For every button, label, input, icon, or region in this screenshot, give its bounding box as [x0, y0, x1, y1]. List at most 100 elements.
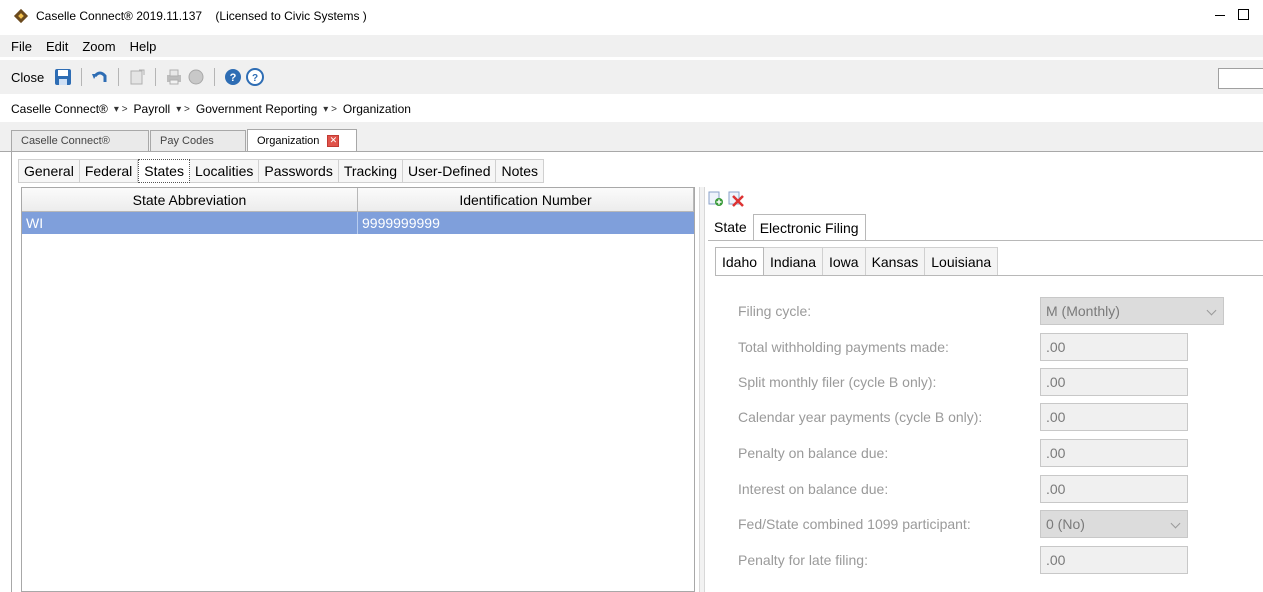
table-row[interactable]: WI 9999999999	[22, 212, 694, 234]
doc-tab-pay-codes[interactable]: Pay Codes	[150, 130, 246, 151]
doc-tab-organization[interactable]: Organization ✕	[247, 129, 357, 151]
filing-cycle-select[interactable]: M (Monthly)	[1040, 297, 1224, 325]
svg-text:?: ?	[252, 73, 258, 84]
menu-bar: File Edit Zoom Help	[0, 35, 1263, 57]
state-tabs: Idaho Indiana Iowa Kansas Louisiana	[715, 247, 999, 275]
chevron-down-icon[interactable]: ▾ >	[114, 104, 128, 115]
breadcrumb-item-government-reporting[interactable]: Government Reporting	[196, 102, 317, 116]
penalty-balance-label: Penalty on balance due:	[738, 445, 889, 461]
split-monthly-field[interactable]: .00	[1040, 368, 1188, 396]
menu-edit[interactable]: Edit	[46, 39, 68, 54]
tab-divider	[708, 240, 1263, 241]
tab-iowa[interactable]: Iowa	[822, 247, 866, 275]
delete-record-icon[interactable]	[728, 191, 744, 207]
doc-tab-label: Pay Codes	[160, 135, 214, 147]
penalty-late-row: Penalty for late filing: .00	[738, 545, 1258, 575]
tab-passwords[interactable]: Passwords	[259, 159, 339, 183]
tab-divider	[715, 275, 1263, 276]
penalty-late-field[interactable]: .00	[1040, 546, 1188, 574]
tab-states[interactable]: States	[138, 159, 190, 183]
states-grid: State Abbreviation Identification Number…	[21, 187, 695, 592]
total-withholding-field[interactable]: .00	[1040, 333, 1188, 361]
interest-balance-row: Interest on balance due: .00	[738, 474, 1258, 504]
doc-tab-caselle-connect[interactable]: Caselle Connect®	[11, 130, 149, 151]
globe-icon[interactable]	[187, 68, 205, 86]
doc-tab-label: Organization	[257, 134, 320, 147]
grid-header: State Abbreviation Identification Number	[22, 188, 694, 212]
tab-electronic-filing[interactable]: Electronic Filing	[752, 214, 866, 240]
minimize-icon	[1215, 14, 1225, 16]
fed-state-value: 0 (No)	[1046, 516, 1085, 532]
breadcrumb: Caselle Connect® ▾ > Payroll ▾ > Governm…	[0, 96, 1263, 122]
tab-user-defined[interactable]: User-Defined	[403, 159, 497, 183]
caselle-logo-icon	[13, 8, 29, 24]
split-monthly-label: Split monthly filer (cycle B only):	[738, 374, 937, 390]
close-button[interactable]: Close	[11, 70, 44, 85]
document-tabs: Caselle Connect® Pay Codes Organization …	[0, 122, 1263, 152]
toolbar: Close ? ?	[0, 60, 1263, 94]
fed-state-row: Fed/State combined 1099 participant: 0 (…	[738, 509, 1258, 539]
split-monthly-row: Split monthly filer (cycle B only): .00	[738, 367, 1258, 397]
tab-louisiana[interactable]: Louisiana	[925, 247, 999, 275]
toolbar-separator	[118, 68, 120, 86]
penalty-late-label: Penalty for late filing:	[738, 552, 868, 568]
column-header-identification-number[interactable]: Identification Number	[358, 188, 694, 211]
toolbar-separator	[155, 68, 157, 86]
penalty-balance-field[interactable]: .00	[1040, 439, 1188, 467]
tab-state[interactable]: State	[708, 214, 753, 240]
cell-identification-number[interactable]: 9999999999	[358, 212, 694, 234]
breadcrumb-item-organization: Organization	[342, 102, 411, 116]
window-title: Caselle Connect® 2019.11.137 (Licensed t…	[36, 9, 367, 23]
toolbar-separator	[214, 68, 216, 86]
tab-general[interactable]: General	[18, 159, 80, 183]
toolbar-separator	[81, 68, 83, 86]
undo-icon[interactable]	[91, 68, 109, 86]
minimize-button[interactable]	[1213, 8, 1227, 22]
interest-balance-label: Interest on balance due:	[738, 481, 889, 497]
menu-help[interactable]: Help	[130, 39, 157, 54]
svg-text:?: ?	[230, 72, 237, 84]
chevron-down-icon	[1170, 518, 1181, 529]
chevron-down-icon[interactable]: ▾ >	[176, 104, 190, 115]
panel-splitter[interactable]	[699, 187, 705, 592]
title-bar: Caselle Connect® 2019.11.137 (Licensed t…	[0, 0, 1263, 32]
context-help-icon[interactable]: ?	[246, 68, 265, 86]
calendar-year-label: Calendar year payments (cycle B only):	[738, 409, 983, 425]
doc-tab-label: Caselle Connect®	[21, 135, 110, 147]
tab-idaho[interactable]: Idaho	[715, 247, 765, 275]
menu-file[interactable]: File	[11, 39, 32, 54]
save-icon[interactable]	[54, 68, 72, 86]
calendar-year-row: Calendar year payments (cycle B only): .…	[738, 402, 1258, 432]
fed-state-select[interactable]: 0 (No)	[1040, 510, 1188, 538]
filing-cycle-row: Filing cycle: M (Monthly)	[738, 296, 1258, 326]
cell-state-abbreviation[interactable]: WI	[22, 212, 358, 234]
right-panel-toolbar	[708, 188, 748, 210]
interest-balance-field[interactable]: .00	[1040, 475, 1188, 503]
menu-zoom[interactable]: Zoom	[82, 39, 115, 54]
add-record-icon[interactable]	[708, 191, 724, 207]
help-icon[interactable]: ?	[224, 68, 242, 86]
close-tab-icon[interactable]: ✕	[327, 134, 340, 147]
new-document-icon[interactable]	[128, 68, 146, 86]
print-icon[interactable]	[165, 68, 183, 86]
filing-cycle-value: M (Monthly)	[1046, 303, 1120, 319]
tab-localities[interactable]: Localities	[189, 159, 260, 183]
section-tabs: General Federal States Localities Passwo…	[18, 159, 545, 183]
fed-state-label: Fed/State combined 1099 participant:	[738, 516, 971, 532]
breadcrumb-item-payroll[interactable]: Payroll	[134, 102, 171, 116]
penalty-balance-row: Penalty on balance due: .00	[738, 438, 1258, 468]
search-input[interactable]	[1218, 68, 1263, 89]
maximize-button[interactable]	[1238, 9, 1249, 20]
chevron-down-icon[interactable]: ▾ >	[323, 104, 337, 115]
tab-notes[interactable]: Notes	[496, 159, 545, 183]
total-withholding-row: Total withholding payments made: .00	[738, 332, 1258, 362]
tab-federal[interactable]: Federal	[79, 159, 139, 183]
tab-kansas[interactable]: Kansas	[865, 247, 926, 275]
tab-indiana[interactable]: Indiana	[764, 247, 823, 275]
filing-cycle-label: Filing cycle:	[738, 303, 812, 319]
calendar-year-field[interactable]: .00	[1040, 403, 1188, 431]
tab-tracking[interactable]: Tracking	[338, 159, 403, 183]
total-withholding-label: Total withholding payments made:	[738, 339, 949, 355]
breadcrumb-item-caselle-connect[interactable]: Caselle Connect®	[11, 102, 108, 116]
column-header-state-abbreviation[interactable]: State Abbreviation	[22, 188, 358, 211]
